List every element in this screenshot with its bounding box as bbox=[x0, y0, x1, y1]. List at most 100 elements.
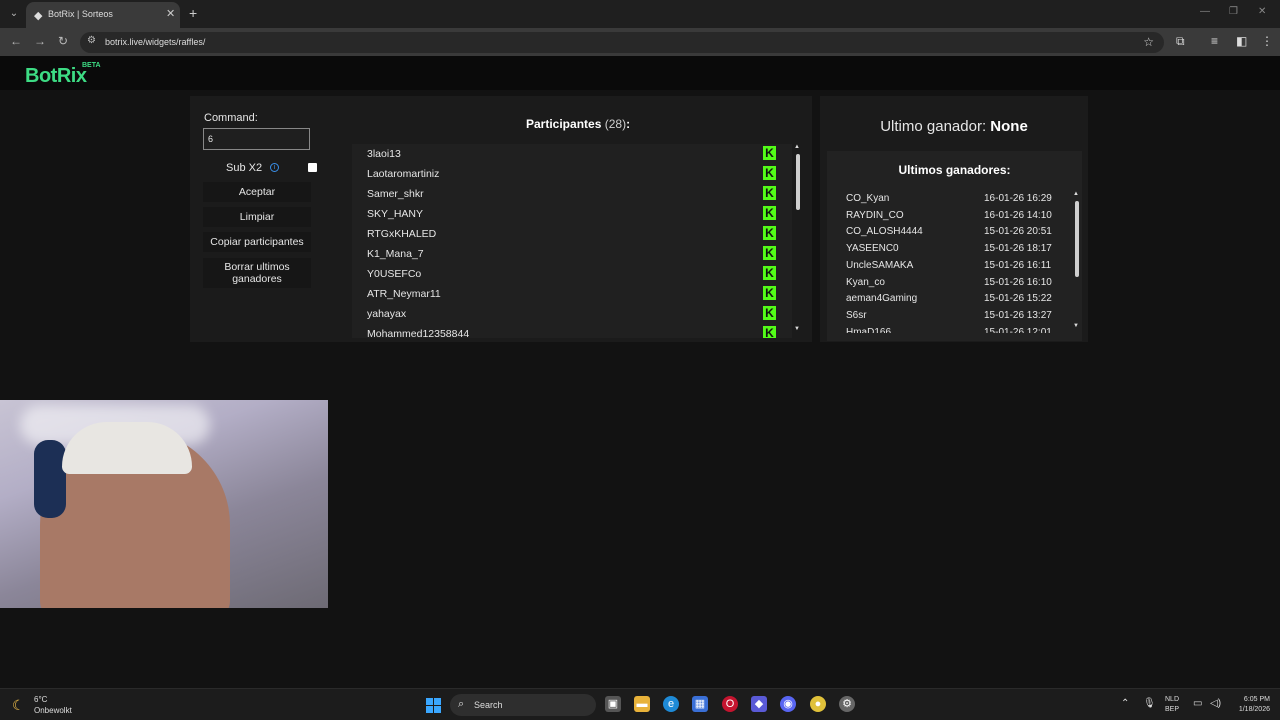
moon-icon[interactable]: ☾ bbox=[12, 697, 25, 714]
winner-name: Kyan_co bbox=[846, 276, 885, 288]
kick-icon: K bbox=[763, 286, 776, 300]
file-explorer-icon[interactable]: ▬ bbox=[634, 696, 650, 712]
address-bar[interactable]: ⚙ botrix.live/widgets/raffles/ ☆ bbox=[80, 32, 1164, 53]
discord-icon[interactable]: ◉ bbox=[780, 696, 796, 712]
volume-icon[interactable]: ◁) bbox=[1210, 698, 1221, 709]
command-label: Command: bbox=[204, 112, 258, 124]
media-icon[interactable]: ≡ bbox=[1211, 34, 1218, 48]
participants-list[interactable]: 3laoi13 K Laotaromartiniz K Samer_shkr K SKY_H… bbox=[352, 144, 792, 338]
weather-temp: 6°C bbox=[34, 695, 48, 704]
info-icon[interactable]: i bbox=[270, 163, 279, 172]
minimize-icon[interactable]: — bbox=[1200, 6, 1210, 17]
site-info-icon[interactable]: ⚙ bbox=[87, 35, 96, 46]
close-window-icon[interactable]: ✕ bbox=[1258, 6, 1266, 17]
participant-name: yahayax bbox=[367, 308, 407, 320]
task-view-icon[interactable]: ▣ bbox=[605, 696, 621, 712]
profile-icon[interactable]: ◧ bbox=[1236, 34, 1247, 48]
participant-row[interactable]: Laotaromartiniz K bbox=[352, 164, 782, 184]
forward-icon[interactable]: → bbox=[34, 34, 46, 48]
opera-icon[interactable]: O bbox=[722, 696, 738, 712]
winner-name: UncleSAMAKA bbox=[846, 259, 914, 271]
beta-badge: BETA bbox=[82, 62, 101, 69]
copy-participants-button[interactable]: Copiar participantes bbox=[203, 232, 311, 252]
participant-name: Y0USEFCo bbox=[367, 268, 422, 280]
participant-row[interactable]: K1_Mana_7 K bbox=[352, 244, 782, 264]
participants-title-text: Participantes bbox=[526, 117, 602, 131]
participant-row[interactable]: SKY_HANY K bbox=[352, 204, 782, 224]
scroll-down-icon[interactable]: ▼ bbox=[1073, 323, 1079, 329]
participant-name: SKY_HANY bbox=[367, 208, 424, 220]
headset bbox=[34, 440, 66, 518]
participant-row[interactable]: Samer_shkr K bbox=[352, 184, 782, 204]
windows-start-icon[interactable] bbox=[426, 698, 441, 713]
participant-row[interactable]: RTGxKHALED K bbox=[352, 224, 782, 244]
sub-x2-row: Sub X2 i bbox=[204, 162, 318, 178]
participants-scrollbar[interactable]: ▲ ▼ bbox=[794, 144, 802, 338]
webcam-feed bbox=[0, 400, 328, 608]
scroll-up-icon[interactable]: ▲ bbox=[794, 144, 800, 150]
command-input[interactable] bbox=[203, 128, 310, 150]
winner-date: 16-01-26 16:29 bbox=[984, 193, 1052, 204]
scroll-down-icon[interactable]: ▼ bbox=[794, 326, 800, 332]
winner-date: 16-01-26 14:10 bbox=[984, 209, 1052, 221]
app-icon[interactable]: ◆ bbox=[751, 696, 767, 712]
participant-row[interactable]: Y0USEFCo K bbox=[352, 264, 782, 284]
participants-colon: : bbox=[626, 117, 631, 131]
botrix-logo[interactable]: BotRix bbox=[25, 65, 87, 88]
winner-name: S6sr bbox=[846, 309, 867, 321]
store-icon[interactable]: ▦ bbox=[692, 696, 708, 712]
clock-time: 6:05 PM bbox=[1243, 696, 1270, 703]
winner-row: UncleSAMAKA 15-01-26 16:11 bbox=[827, 258, 1072, 275]
kick-icon: K bbox=[763, 266, 776, 280]
reload-icon[interactable]: ↻ bbox=[58, 34, 68, 48]
accept-button[interactable]: Aceptar bbox=[203, 182, 311, 202]
taskbar-search[interactable]: ⌕ Search bbox=[450, 694, 596, 716]
settings-icon[interactable]: ⚙ bbox=[839, 696, 855, 712]
last-winner: Ultimo ganador: None bbox=[820, 118, 1088, 135]
sub-x2-checkbox[interactable] bbox=[308, 163, 317, 172]
winner-row: Kyan_co 15-01-26 16:10 bbox=[827, 275, 1072, 292]
chevron-up-icon[interactable]: ⌃ bbox=[1121, 698, 1129, 709]
kick-icon: K bbox=[763, 166, 776, 180]
back-icon[interactable]: ← bbox=[10, 34, 22, 48]
language-indicator[interactable]: NLD BEP bbox=[1165, 695, 1179, 715]
winner-date: 15-01-26 20:51 bbox=[984, 226, 1052, 238]
weather-desc: Onbewolkt bbox=[34, 706, 72, 715]
bookmark-star-icon[interactable]: ☆ bbox=[1143, 35, 1154, 49]
kick-icon: K bbox=[763, 246, 776, 260]
language-code: NLD bbox=[1165, 696, 1180, 703]
clock[interactable]: 6:05 PM 1/18/2026 bbox=[1228, 695, 1270, 715]
participant-row[interactable]: yahayax K bbox=[352, 304, 782, 324]
winners-scrollbar[interactable]: ▲ ▼ bbox=[1073, 191, 1081, 333]
display-icon[interactable]: ▭ bbox=[1193, 698, 1202, 709]
browser-tab[interactable]: ◆ BotRix | Sorteos ✕ bbox=[26, 2, 180, 28]
winner-name: CO_Kyan bbox=[846, 193, 890, 204]
clear-button[interactable]: Limpiar bbox=[203, 207, 311, 227]
kick-icon: K bbox=[763, 326, 776, 338]
kick-icon: K bbox=[763, 206, 776, 220]
extensions-icon[interactable]: ⧉ bbox=[1176, 34, 1185, 49]
browser-tabbar: ⌄ ◆ BotRix | Sorteos ✕ + — ❐ ✕ bbox=[0, 0, 1280, 28]
recent-winners-list[interactable]: CO_Kyan 16-01-26 16:29 RAYDIN_CO 16-01-26 1… bbox=[827, 191, 1072, 333]
delete-winners-label-2: ganadores bbox=[232, 273, 282, 285]
scroll-thumb[interactable] bbox=[1075, 201, 1079, 277]
winner-row: HmaD166 15-01-26 12:01 bbox=[827, 325, 1072, 333]
microphone-icon[interactable]: 🎙 bbox=[1143, 698, 1156, 709]
tab-close-icon[interactable]: ✕ bbox=[166, 7, 175, 20]
sub-x2-label: Sub X2 bbox=[226, 162, 263, 174]
participant-row[interactable]: Mohammed12358844 K bbox=[352, 324, 782, 338]
chrome-icon[interactable]: ● bbox=[810, 696, 826, 712]
scroll-thumb[interactable] bbox=[796, 154, 800, 210]
participant-row[interactable]: ATR_Neymar11 K bbox=[352, 284, 782, 304]
url-text: botrix.live/widgets/raffles/ bbox=[105, 37, 206, 47]
delete-winners-button[interactable]: Borrar ultimos ganadores bbox=[203, 258, 311, 288]
scroll-up-icon[interactable]: ▲ bbox=[1073, 191, 1079, 197]
participant-row[interactable]: 3laoi13 K bbox=[352, 144, 782, 164]
new-tab-icon[interactable]: + bbox=[189, 5, 197, 21]
maximize-icon[interactable]: ❐ bbox=[1229, 6, 1238, 17]
tab-search-icon[interactable]: ⌄ bbox=[6, 6, 22, 22]
winner-row: RAYDIN_CO 16-01-26 14:10 bbox=[827, 208, 1072, 225]
edge-icon[interactable]: e bbox=[663, 696, 679, 712]
winner-name: YASEENC0 bbox=[846, 243, 899, 255]
menu-icon[interactable]: ⋮ bbox=[1261, 34, 1273, 48]
